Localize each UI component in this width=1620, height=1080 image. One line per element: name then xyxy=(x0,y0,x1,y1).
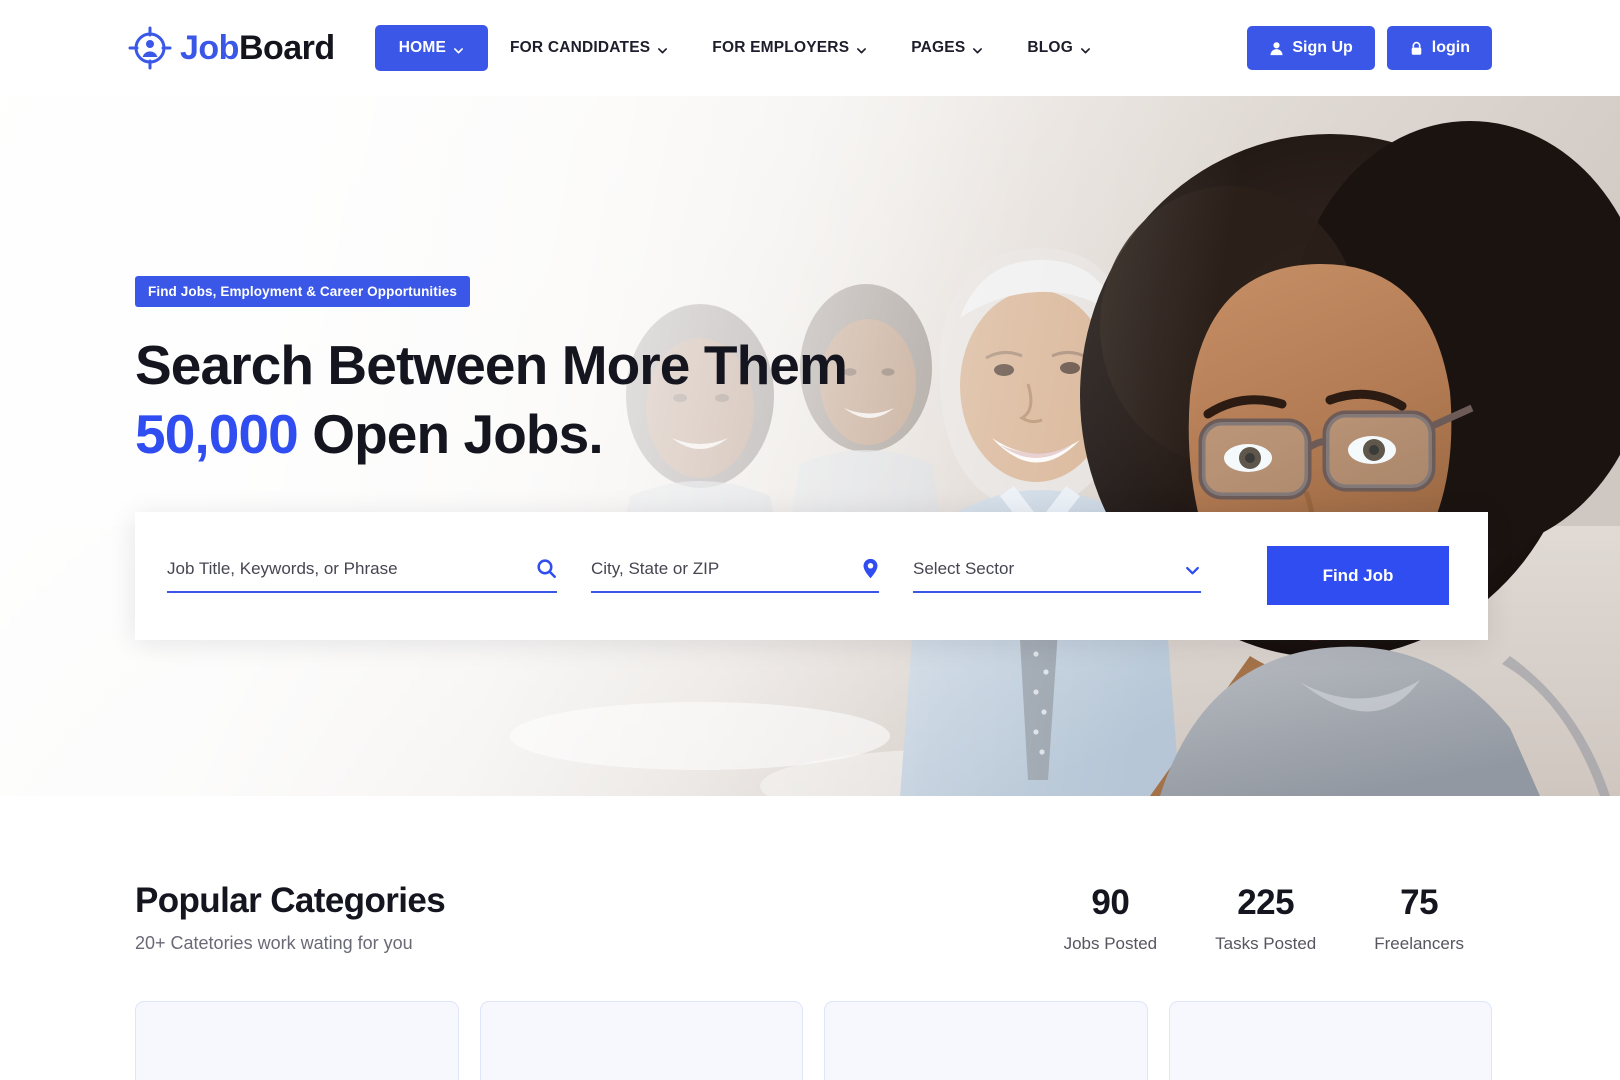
search-input[interactable]: Job Title, Keywords, or Phrase xyxy=(167,559,398,579)
stat-value: 225 xyxy=(1237,883,1295,922)
nav-item-for-employers[interactable]: FOR EMPLOYERS xyxy=(690,26,889,70)
location-input[interactable]: City, State or ZIP xyxy=(591,559,719,579)
nav-item-label: HOME xyxy=(398,39,446,56)
hero-title-line1: Search Between More Them xyxy=(135,334,848,396)
site-header: JobBoard HOME FOR CANDIDATES FOR EMPLOYE… xyxy=(0,0,1620,96)
keyword-search-field[interactable]: Job Title, Keywords, or Phrase xyxy=(167,558,557,593)
popular-categories-section: Popular Categories 20+ Catetories work w… xyxy=(0,796,1620,954)
stat-freelancers: 75 Freelancers xyxy=(1374,883,1464,954)
page-title: Popular Categories xyxy=(135,881,446,920)
stat-label: Jobs Posted xyxy=(1063,934,1158,953)
nav-item-label: FOR CANDIDATES xyxy=(510,39,651,56)
categories-subtitle: 20+ Catetories work wating for you xyxy=(135,933,413,953)
sector-select-field[interactable]: Select Sector xyxy=(913,559,1201,593)
brand-logo[interactable]: JobBoard xyxy=(128,26,335,70)
nav-item-for-candidates[interactable]: FOR CANDIDATES xyxy=(488,26,690,70)
brand-text: JobBoard xyxy=(180,29,335,68)
hero-section: Find Jobs, Employment & Career Opportuni… xyxy=(0,96,1620,796)
auth-actions: Sign Up login xyxy=(1247,26,1492,70)
chevron-down-icon[interactable] xyxy=(1184,562,1201,579)
hero-title: Search Between More Them 50,000 Open Job… xyxy=(135,331,1620,469)
brand-name-part1: Job xyxy=(180,28,239,67)
category-card[interactable] xyxy=(1168,1001,1492,1080)
lock-icon xyxy=(1409,41,1424,56)
category-card[interactable] xyxy=(824,1001,1148,1080)
sector-select-value[interactable]: Select Sector xyxy=(913,559,1014,579)
brand-name-part2: Board xyxy=(238,28,335,67)
stat-tasks-posted: 225 Tasks Posted xyxy=(1215,883,1316,954)
stats-group: 90 Jobs Posted 225 Tasks Posted 75 Freel… xyxy=(1064,883,1492,954)
nav-item-blog[interactable]: BLOG xyxy=(1005,26,1113,70)
hero-content: Find Jobs, Employment & Career Opportuni… xyxy=(0,96,1620,469)
nav-item-label: BLOG xyxy=(1027,39,1073,56)
stat-label: Tasks Posted xyxy=(1215,934,1317,953)
category-card[interactable] xyxy=(135,1001,459,1080)
nav-item-label: FOR EMPLOYERS xyxy=(712,39,850,56)
categories-heading-group: Popular Categories 20+ Catetories work w… xyxy=(135,881,446,954)
signup-label: Sign Up xyxy=(1292,39,1353,56)
user-icon xyxy=(1269,41,1284,56)
login-button[interactable]: login xyxy=(1386,26,1492,70)
stat-value: 75 xyxy=(1400,883,1439,922)
find-job-button[interactable]: Find Job xyxy=(1267,546,1449,605)
stat-label: Freelancers xyxy=(1374,934,1464,953)
hero-badge: Find Jobs, Employment & Career Opportuni… xyxy=(135,276,470,307)
chevron-down-icon xyxy=(657,43,668,54)
job-search-bar: Job Title, Keywords, or Phrase City, Sta… xyxy=(135,511,1488,640)
category-card-list xyxy=(0,1001,1620,1080)
stat-jobs-posted: 90 Jobs Posted xyxy=(1064,883,1158,954)
chevron-down-icon xyxy=(453,43,464,54)
main-navigation: HOME FOR CANDIDATES FOR EMPLOYERS PAGES … xyxy=(374,25,1113,71)
map-pin-icon[interactable] xyxy=(862,558,879,579)
chevron-down-icon xyxy=(972,43,983,54)
hero-title-rest: Open Jobs. xyxy=(297,402,603,465)
target-user-icon xyxy=(128,26,172,70)
nav-item-label: PAGES xyxy=(911,39,966,56)
location-search-field[interactable]: City, State or ZIP xyxy=(591,558,879,593)
signup-button[interactable]: Sign Up xyxy=(1247,26,1375,70)
chevron-down-icon xyxy=(1080,43,1091,54)
category-card[interactable] xyxy=(479,1001,803,1080)
chevron-down-icon xyxy=(856,43,867,54)
hero-title-highlight: 50,000 xyxy=(135,402,299,465)
nav-item-pages[interactable]: PAGES xyxy=(889,26,1005,70)
search-icon[interactable] xyxy=(536,558,557,579)
nav-item-home[interactable]: HOME xyxy=(374,25,488,71)
stat-value: 90 xyxy=(1091,883,1130,922)
login-label: login xyxy=(1431,39,1470,56)
